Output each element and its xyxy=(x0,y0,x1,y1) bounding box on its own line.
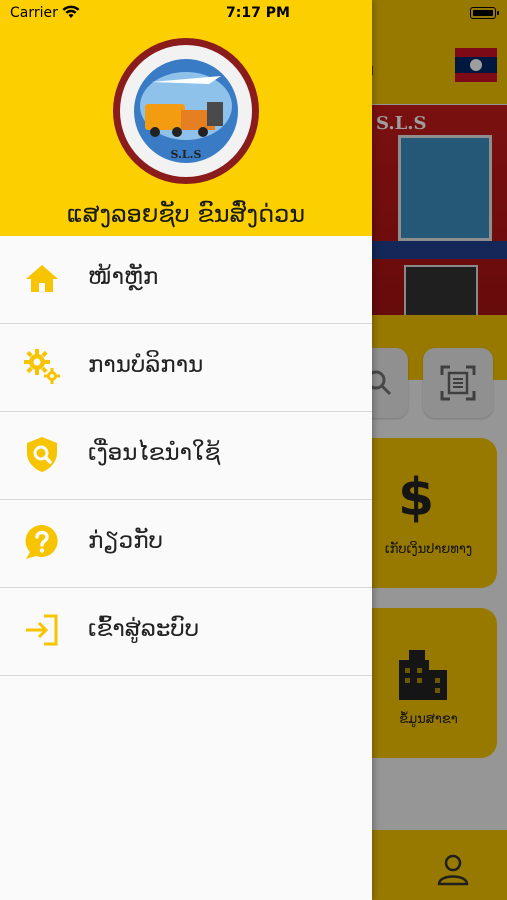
home-icon xyxy=(26,265,58,292)
logo-text: S.L.S xyxy=(171,148,202,161)
menu-label-home: ໜ້າຫຼັກ xyxy=(88,264,159,290)
shield-search-icon xyxy=(27,437,57,472)
menu-item-about[interactable]: ກ່ຽວກັບ xyxy=(0,500,372,588)
login-icon xyxy=(26,614,58,646)
gears-icon xyxy=(24,349,60,384)
wifi-icon xyxy=(62,5,80,18)
menu-item-services[interactable]: ການບໍລິການ xyxy=(0,324,372,412)
battery-icon xyxy=(470,7,499,19)
menu-label-login: ເຂົ້າສູ່ລະບົບ xyxy=(88,616,200,642)
menu-label-services: ການບໍລິການ xyxy=(88,352,204,378)
menu-item-home[interactable]: ໜ້າຫຼັກ xyxy=(0,236,372,324)
carrier-label: Carrier xyxy=(10,5,58,21)
menu-item-terms[interactable]: ເງື່ອນໄຂນຳໃຊ້ xyxy=(0,412,372,500)
help-icon xyxy=(25,524,58,559)
clock: 7:17 PM xyxy=(226,5,290,21)
company-logo: S.L.S xyxy=(113,38,259,184)
drawer-header: S.L.S ແສງລອຍຊັບ ຂົນສົ່ງດ່ວນ xyxy=(0,0,372,236)
menu-label-terms: ເງື່ອນໄຂນຳໃຊ້ xyxy=(88,440,221,466)
navigation-drawer: S.L.S ແສງລອຍຊັບ ຂົນສົ່ງດ່ວນ ໜ້າຫຼັກ ການບ… xyxy=(0,0,372,900)
menu-item-login[interactable]: ເຂົ້າສູ່ລະບົບ xyxy=(0,588,372,676)
menu-label-about: ກ່ຽວກັບ xyxy=(88,528,164,554)
brand-title: ແສງລອຍຊັບ ຂົນສົ່ງດ່ວນ xyxy=(66,200,306,228)
status-bar: Carrier 7:17 PM xyxy=(0,0,507,26)
